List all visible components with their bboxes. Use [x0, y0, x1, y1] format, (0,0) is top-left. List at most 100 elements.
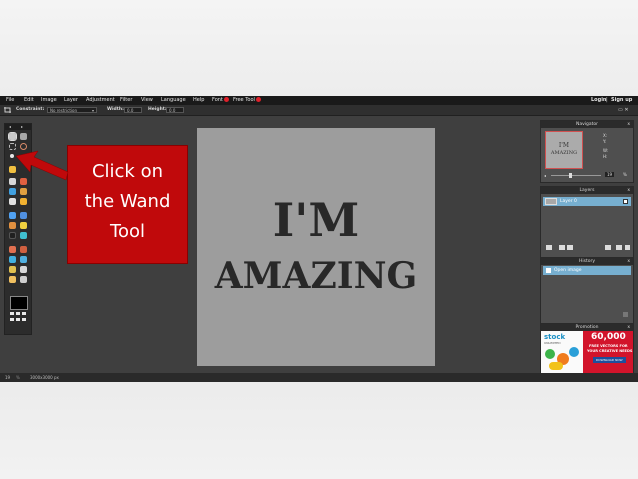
- callout-line3: Tool: [110, 221, 145, 242]
- menu-edit[interactable]: Edit: [24, 97, 34, 104]
- window-controls-icon[interactable]: ▭ ✕: [618, 107, 629, 113]
- canvas-text-line1: I'M: [272, 193, 360, 247]
- navigator-close-icon[interactable]: x: [627, 121, 630, 128]
- zoom-slider[interactable]: [551, 175, 601, 176]
- layer-row[interactable]: Layer 0: [543, 197, 631, 206]
- pinch-tool-icon[interactable]: [20, 256, 27, 263]
- history-delete-icon[interactable]: [623, 312, 628, 317]
- fill-tool-icon[interactable]: [9, 188, 16, 195]
- history-header: History x: [541, 258, 633, 265]
- duplicate-layer-icon[interactable]: [616, 245, 622, 250]
- zoom-tool-icon[interactable]: [20, 276, 27, 283]
- menu-font-label: Font: [212, 97, 223, 103]
- menu-free-tool[interactable]: Free Tool: [233, 97, 261, 104]
- thumb-line2: AMAZING: [550, 150, 578, 156]
- sharpen-tool-icon[interactable]: [20, 212, 27, 219]
- promotion-banner[interactable]: stock UNLIMITED 60,000 FREE VECTORS FOR …: [541, 331, 633, 374]
- canvas-image[interactable]: I'M AMAZING: [197, 128, 435, 366]
- layers-header: Layers x: [541, 187, 633, 194]
- width-input[interactable]: 0.0: [124, 107, 142, 113]
- zoom-percent-icon: %: [623, 172, 627, 177]
- nav-w-label: W:: [603, 148, 609, 153]
- history-item[interactable]: Open image: [543, 266, 631, 275]
- width-label: Width:: [107, 107, 124, 112]
- callout-box: Click on the Wand Tool: [67, 145, 188, 264]
- layers-title: Layers: [579, 188, 595, 193]
- menu-view[interactable]: View: [141, 97, 153, 104]
- gradient-tool-icon[interactable]: [20, 188, 27, 195]
- layer-style-icon[interactable]: [567, 245, 573, 250]
- chevron-down-icon: ▾: [91, 108, 94, 113]
- menu-bar: File Edit Image Layer Adjustment Filter …: [0, 96, 638, 105]
- menu-file[interactable]: File: [6, 97, 14, 104]
- foreground-color-swatch[interactable]: [10, 296, 28, 310]
- new-badge-icon: [223, 97, 229, 102]
- type-tool-icon[interactable]: [20, 266, 27, 273]
- dodge-tool-icon[interactable]: [9, 232, 16, 239]
- callout-line1: Click on: [91, 161, 164, 182]
- menu-language[interactable]: Language: [161, 97, 186, 104]
- promotion-close-icon[interactable]: x: [627, 324, 630, 331]
- arrow-icon: [15, 150, 69, 181]
- promotion-header: Promotion x: [541, 324, 633, 331]
- signup-link[interactable]: Sign up: [611, 97, 632, 104]
- hand-tool-icon[interactable]: [9, 276, 16, 283]
- navigator-thumbnail[interactable]: I'M AMAZING: [545, 131, 583, 169]
- smudge-tool-icon[interactable]: [9, 222, 16, 229]
- status-zoom: 19: [5, 375, 11, 380]
- delete-layer-icon[interactable]: [625, 245, 630, 250]
- marquee-tool-icon[interactable]: [20, 133, 27, 140]
- constraint-label: Constraint:: [16, 107, 45, 112]
- height-label: Height:: [148, 107, 167, 112]
- layers-close-icon[interactable]: x: [627, 187, 630, 194]
- promo-download-button[interactable]: DOWNLOAD NOW: [593, 357, 626, 363]
- nav-h-label: H:: [603, 154, 608, 159]
- canvas-text-line2: AMAZING: [214, 255, 418, 297]
- color-replace-icon[interactable]: [20, 198, 27, 205]
- layer-settings-icon[interactable]: [546, 245, 552, 250]
- zoom-slider-handle[interactable]: [569, 173, 572, 178]
- layers-panel: Layers x Layer 0: [540, 186, 634, 258]
- burn-tool-icon[interactable]: [20, 232, 27, 239]
- spot-heal-icon[interactable]: [20, 246, 27, 253]
- promotion-panel: Promotion x stock UNLIMITED 60,000 FREE …: [540, 323, 634, 375]
- promo-art-shape: [549, 362, 563, 370]
- nav-x-label: X:: [603, 133, 608, 138]
- navigator-title: Navigator: [575, 122, 599, 127]
- navigator-header: Navigator x: [541, 121, 633, 128]
- promo-art-shape: [569, 347, 579, 357]
- layer-thumbnail: [545, 198, 557, 205]
- menu-font[interactable]: Font: [212, 97, 229, 104]
- constraint-value: No restriction: [50, 108, 77, 113]
- login-link[interactable]: Login: [591, 97, 606, 104]
- clone-stamp-icon[interactable]: [9, 198, 16, 205]
- promo-brand-sub: UNLIMITED: [544, 341, 561, 345]
- height-input[interactable]: 0.0: [166, 107, 184, 113]
- toolbox-header[interactable]: ◂ ▸: [5, 124, 31, 130]
- move-tool-icon[interactable]: [8, 132, 17, 141]
- menu-help[interactable]: Help: [193, 97, 204, 104]
- menu-filter[interactable]: Filter: [120, 97, 132, 104]
- bloat-tool-icon[interactable]: [9, 256, 16, 263]
- crop-tool-icon[interactable]: [9, 266, 16, 273]
- new-badge-icon: [255, 97, 261, 102]
- zoom-value[interactable]: 19: [605, 172, 615, 177]
- menu-adjustment[interactable]: Adjustment: [86, 97, 115, 104]
- new-layer-icon[interactable]: [605, 245, 611, 250]
- status-bar: 19 % 3000x3000 px: [0, 373, 638, 382]
- red-eye-tool-icon[interactable]: [9, 246, 16, 253]
- promotion-art: stock UNLIMITED: [541, 331, 583, 374]
- constraint-select[interactable]: No restriction ▾: [47, 107, 97, 113]
- zoom-out-icon[interactable]: ◂: [544, 173, 546, 178]
- blur-tool-icon[interactable]: [9, 212, 16, 219]
- expand-icon: ▸: [21, 124, 24, 129]
- menu-image[interactable]: Image: [41, 97, 57, 104]
- menu-layer[interactable]: Layer: [64, 97, 78, 104]
- menu-free-tool-label: Free Tool: [233, 97, 255, 103]
- nav-y-label: Y:: [603, 139, 607, 144]
- layer-visibility-checkbox[interactable]: [623, 199, 628, 204]
- layer-mask-icon[interactable]: [559, 245, 565, 250]
- callout-line2: the Wand: [84, 191, 171, 212]
- sponge-tool-icon[interactable]: [20, 222, 27, 229]
- history-close-icon[interactable]: x: [627, 258, 630, 265]
